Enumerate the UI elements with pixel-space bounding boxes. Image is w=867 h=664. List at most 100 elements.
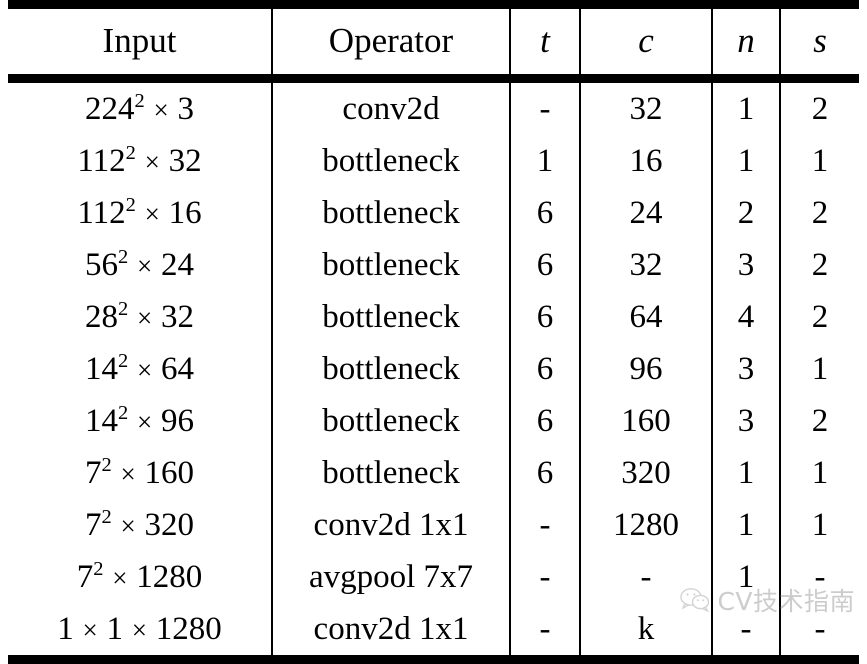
cell-s: 2 bbox=[780, 239, 859, 291]
cell-input: 72 × 320 bbox=[8, 499, 272, 551]
cell-input: 142 × 96 bbox=[8, 395, 272, 447]
input-exponent: 2 bbox=[102, 506, 112, 528]
table-row: 1 × 1 × 1280conv2d 1x1-k-- bbox=[8, 603, 859, 660]
cell-s: 2 bbox=[780, 395, 859, 447]
cell-operator: conv2d bbox=[272, 83, 510, 135]
cell-s: 1 bbox=[780, 447, 859, 499]
cell-s: 1 bbox=[780, 135, 859, 187]
input-base: 224 bbox=[85, 91, 135, 127]
cell-operator: bottleneck bbox=[272, 239, 510, 291]
input-exponent: 2 bbox=[93, 558, 103, 580]
cell-c: 16 bbox=[580, 135, 712, 187]
cell-operator: bottleneck bbox=[272, 135, 510, 187]
column-header-operator: Operator bbox=[272, 9, 510, 79]
input-exponent: 2 bbox=[118, 350, 128, 372]
cell-n: 3 bbox=[712, 239, 780, 291]
times-symbol: × bbox=[128, 251, 161, 281]
column-header-input: Input bbox=[8, 9, 272, 79]
times-symbol: × bbox=[136, 147, 169, 177]
table-row: 72 × 320conv2d 1x1-128011 bbox=[8, 499, 859, 551]
cell-s: - bbox=[780, 551, 859, 603]
table-footer bbox=[8, 660, 859, 664]
column-header-t: t bbox=[510, 9, 580, 79]
cell-operator: bottleneck bbox=[272, 395, 510, 447]
input-channels: 24 bbox=[161, 247, 194, 283]
column-header-c: c bbox=[580, 9, 712, 79]
cell-t: 6 bbox=[510, 291, 580, 343]
times-symbol: × bbox=[145, 95, 178, 125]
input-base: 56 bbox=[85, 247, 118, 283]
cell-input: 282 × 32 bbox=[8, 291, 272, 343]
table-row: 1122 × 32bottleneck11611 bbox=[8, 135, 859, 187]
input-channels: 1280 bbox=[156, 611, 222, 647]
column-header-s: s bbox=[780, 9, 859, 79]
input-channels: 3 bbox=[178, 91, 195, 127]
cell-c: 32 bbox=[580, 239, 712, 291]
cell-t: - bbox=[510, 551, 580, 603]
cell-c: 64 bbox=[580, 291, 712, 343]
cell-s: 2 bbox=[780, 291, 859, 343]
cell-input: 1122 × 32 bbox=[8, 135, 272, 187]
input-base: 112 bbox=[77, 143, 125, 179]
cell-t: 6 bbox=[510, 343, 580, 395]
times-symbol: × bbox=[123, 615, 156, 645]
table-row: 1122 × 16bottleneck62422 bbox=[8, 187, 859, 239]
table-row: 142 × 96bottleneck616032 bbox=[8, 395, 859, 447]
cell-n: 2 bbox=[712, 187, 780, 239]
input-channels: 160 bbox=[145, 455, 195, 491]
times-symbol: × bbox=[128, 303, 161, 333]
cell-input: 72 × 160 bbox=[8, 447, 272, 499]
input-channels: 64 bbox=[161, 351, 194, 387]
table-row: 142 × 64bottleneck69631 bbox=[8, 343, 859, 395]
table-row: 72 × 1280avgpool 7x7--1- bbox=[8, 551, 859, 603]
input-base-second: 1 bbox=[107, 611, 124, 647]
cell-n: 1 bbox=[712, 499, 780, 551]
cell-c: 24 bbox=[580, 187, 712, 239]
cell-operator: bottleneck bbox=[272, 187, 510, 239]
cell-input: 562 × 24 bbox=[8, 239, 272, 291]
cell-n: - bbox=[712, 603, 780, 660]
cell-t: 6 bbox=[510, 447, 580, 499]
cell-n: 1 bbox=[712, 135, 780, 187]
cell-t: - bbox=[510, 499, 580, 551]
cell-input: 1122 × 16 bbox=[8, 187, 272, 239]
cell-n: 3 bbox=[712, 395, 780, 447]
cell-operator: bottleneck bbox=[272, 343, 510, 395]
input-exponent: 2 bbox=[126, 142, 136, 164]
mobilenet-architecture-table: Input Operator t c n s 2242 × 3conv2d-32… bbox=[8, 0, 859, 664]
input-exponent: 2 bbox=[135, 90, 145, 112]
cell-n: 4 bbox=[712, 291, 780, 343]
times-symbol: × bbox=[112, 511, 145, 541]
input-base: 1 bbox=[57, 611, 74, 647]
times-symbol: × bbox=[112, 459, 145, 489]
cell-s: 1 bbox=[780, 499, 859, 551]
cell-operator: avgpool 7x7 bbox=[272, 551, 510, 603]
cell-t: - bbox=[510, 83, 580, 135]
input-channels: 32 bbox=[169, 143, 202, 179]
cell-n: 1 bbox=[712, 551, 780, 603]
cell-c: 1280 bbox=[580, 499, 712, 551]
cell-s: 2 bbox=[780, 187, 859, 239]
cell-c: 160 bbox=[580, 395, 712, 447]
table-row: 282 × 32bottleneck66442 bbox=[8, 291, 859, 343]
cell-s: 2 bbox=[780, 83, 859, 135]
cell-n: 1 bbox=[712, 83, 780, 135]
table-header: Input Operator t c n s bbox=[8, 5, 859, 84]
cell-operator: conv2d 1x1 bbox=[272, 499, 510, 551]
cell-operator: bottleneck bbox=[272, 291, 510, 343]
cell-c: 320 bbox=[580, 447, 712, 499]
table-row: 562 × 24bottleneck63232 bbox=[8, 239, 859, 291]
header-row: Input Operator t c n s bbox=[8, 9, 859, 79]
cell-c: k bbox=[580, 603, 712, 660]
input-channels: 320 bbox=[145, 507, 195, 543]
input-channels: 96 bbox=[161, 403, 194, 439]
cell-t: - bbox=[510, 603, 580, 660]
times-symbol: × bbox=[74, 615, 107, 645]
input-exponent: 2 bbox=[118, 246, 128, 268]
input-base: 14 bbox=[85, 403, 118, 439]
input-base: 28 bbox=[85, 299, 118, 335]
input-base: 14 bbox=[85, 351, 118, 387]
cell-c: 32 bbox=[580, 83, 712, 135]
input-base: 7 bbox=[77, 559, 94, 595]
column-header-n: n bbox=[712, 9, 780, 79]
